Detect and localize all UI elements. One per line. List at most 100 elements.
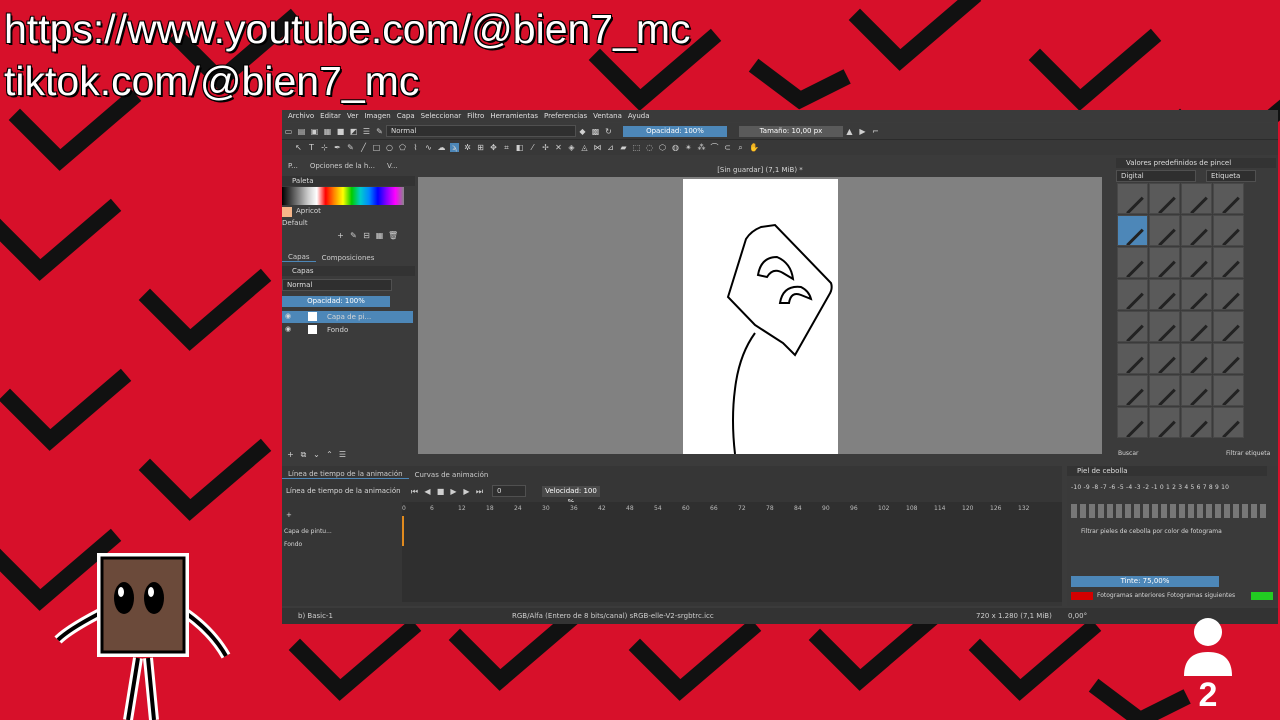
onion-opacity-bars[interactable]: [1071, 504, 1267, 518]
brush-preset[interactable]: [1149, 375, 1180, 406]
brush-preset[interactable]: [1181, 311, 1212, 342]
eye-icon[interactable]: ◉: [285, 325, 291, 333]
tab-timeline[interactable]: Línea de tiempo de la animación: [282, 470, 409, 479]
brush-preset[interactable]: [1181, 375, 1212, 406]
brush-preset[interactable]: [1149, 407, 1180, 438]
similar-select-icon[interactable]: ⁂: [697, 143, 706, 152]
measure-tool-icon[interactable]: ⊿: [606, 143, 615, 152]
crop-tool-icon[interactable]: ⌗: [502, 143, 511, 152]
rectangle-tool-icon[interactable]: □: [372, 143, 381, 152]
frames-grid[interactable]: 0 6 12 18 24 30 36 42 48 54 60 66 72 78 …: [402, 502, 1062, 602]
brush-preset[interactable]: [1149, 311, 1180, 342]
brush-preset[interactable]: [1213, 343, 1244, 374]
menu-ver[interactable]: Ver: [347, 112, 358, 120]
brush-preset[interactable]: [1149, 183, 1180, 214]
layer-row-paint[interactable]: ◉ Capa de pi...: [282, 311, 413, 323]
gradient-icon[interactable]: ■: [336, 127, 345, 136]
brush-preset[interactable]: [1181, 279, 1212, 310]
delete-swatch-icon[interactable]: ⊟: [362, 231, 371, 240]
freehand-path-icon[interactable]: ☁: [437, 143, 446, 152]
tab-v[interactable]: V...: [381, 162, 404, 170]
brush-search[interactable]: Buscar: [1118, 450, 1139, 457]
add-layer-timeline[interactable]: +: [286, 511, 292, 519]
mirror-horizontal-icon[interactable]: ▲: [845, 127, 854, 136]
multibrush-icon[interactable]: ✲: [463, 143, 472, 152]
menu-seleccionar[interactable]: Seleccionar: [421, 112, 462, 120]
pan-tool-icon[interactable]: ✋: [749, 143, 759, 152]
colorpicker-icon[interactable]: ⁄: [528, 143, 537, 152]
brush-preset[interactable]: [1213, 375, 1244, 406]
mirror-vertical-icon[interactable]: ▶: [858, 127, 867, 136]
play-icon[interactable]: ▶: [449, 487, 458, 496]
assistant-tool-icon[interactable]: ⋈: [593, 143, 602, 152]
brush-preset[interactable]: [1117, 183, 1148, 214]
palette-swatches[interactable]: [282, 187, 404, 205]
freehand-select-icon[interactable]: ◍: [671, 143, 680, 152]
brush-preset[interactable]: [1213, 407, 1244, 438]
layer-row-fondo[interactable]: ◉ Fondo: [282, 324, 413, 336]
edit-swatch-icon[interactable]: ✎: [349, 231, 358, 240]
brush-preset[interactable]: [1213, 311, 1244, 342]
brush-preset[interactable]: [1181, 343, 1212, 374]
polygon-select-icon[interactable]: ⬡: [658, 143, 667, 152]
dynamic-brush-icon[interactable]: ϡ: [450, 143, 459, 152]
duplicate-layer-icon[interactable]: ⧉: [299, 450, 308, 459]
move-tool-icon[interactable]: ✥: [489, 143, 498, 152]
calligraphy-icon[interactable]: ✒: [333, 143, 342, 152]
size-slider[interactable]: Tamaño: 10,00 px: [739, 125, 843, 137]
stop-icon[interactable]: ■: [436, 487, 445, 496]
brush-preset[interactable]: [1149, 343, 1180, 374]
add-swatch-icon[interactable]: +: [336, 231, 345, 240]
brush-preset[interactable]: [1181, 183, 1212, 214]
tab-curves[interactable]: Curvas de animación: [409, 471, 495, 479]
first-frame-icon[interactable]: ⏮: [410, 487, 419, 496]
color-swap-icon[interactable]: ◩: [349, 127, 358, 136]
brush-preset[interactable]: [1117, 343, 1148, 374]
canvas-area[interactable]: [418, 177, 1102, 455]
menu-ventana[interactable]: Ventana: [593, 112, 622, 120]
opacity-slider[interactable]: Opacidad: 100%: [623, 125, 727, 137]
save-icon[interactable]: ▣: [310, 127, 319, 136]
edit-shapes-icon[interactable]: ⊹: [320, 143, 329, 152]
move-down-icon[interactable]: ⌄: [312, 450, 321, 459]
brush-tool-icon[interactable]: ✎: [346, 143, 355, 152]
tab-composiciones[interactable]: Composiciones: [316, 254, 381, 262]
menu-editar[interactable]: Editar: [320, 112, 341, 120]
brush-preset[interactable]: [1117, 375, 1148, 406]
grid-icon[interactable]: ▦: [375, 231, 384, 240]
brush-preset[interactable]: [1117, 247, 1148, 278]
menu-imagen[interactable]: Imagen: [364, 112, 390, 120]
zoom-tool-icon[interactable]: ⌕: [736, 143, 745, 152]
tab-tool-options[interactable]: Opciones de la h...: [304, 162, 381, 170]
select-tool-icon[interactable]: ↖: [294, 143, 303, 152]
magnetic-select-icon[interactable]: ⊂: [723, 143, 732, 152]
tab-capas[interactable]: Capas: [282, 253, 316, 262]
brush-tag-select[interactable]: Etiqueta: [1206, 170, 1256, 182]
fill-tool-icon[interactable]: ◈: [567, 143, 576, 152]
add-layer-icon[interactable]: +: [286, 450, 295, 459]
timeline-layer[interactable]: Fondo: [284, 541, 302, 548]
speed-slider[interactable]: Velocidad: 100 %: [542, 485, 600, 506]
text-tool-icon[interactable]: T: [307, 143, 316, 152]
menu-preferencias[interactable]: Preferencias: [544, 112, 587, 120]
brush-preset[interactable]: [1149, 247, 1180, 278]
brush-preset[interactable]: [1149, 215, 1180, 246]
brush-preset[interactable]: [1213, 183, 1244, 214]
next-frame-icon[interactable]: ▶: [462, 487, 471, 496]
bezier-tool-icon[interactable]: ∿: [424, 143, 433, 152]
brush-preset[interactable]: [1213, 215, 1244, 246]
onion-frame-numbers[interactable]: -10 -9 -8 -7 -6 -5 -4 -3 -2 -1 0 1 2 3 4…: [1071, 484, 1229, 491]
ellipse-tool-icon[interactable]: ○: [385, 143, 394, 152]
menu-capa[interactable]: Capa: [397, 112, 415, 120]
brush-preset[interactable]: [1181, 247, 1212, 278]
prev-frames-color[interactable]: [1071, 592, 1093, 600]
brush-preset-selected[interactable]: [1117, 215, 1148, 246]
brush-editor-icon[interactable]: ✎: [375, 127, 384, 136]
new-file-icon[interactable]: ▭: [284, 127, 293, 136]
crop-icon[interactable]: ⌐: [871, 127, 880, 136]
ellipse-select-icon[interactable]: ◌: [645, 143, 654, 152]
transform-tool-icon[interactable]: ⊞: [476, 143, 485, 152]
rect-select-icon[interactable]: ⬚: [632, 143, 641, 152]
alpha-lock-icon[interactable]: ▩: [591, 127, 600, 136]
presets-icon[interactable]: ☰: [362, 127, 371, 136]
